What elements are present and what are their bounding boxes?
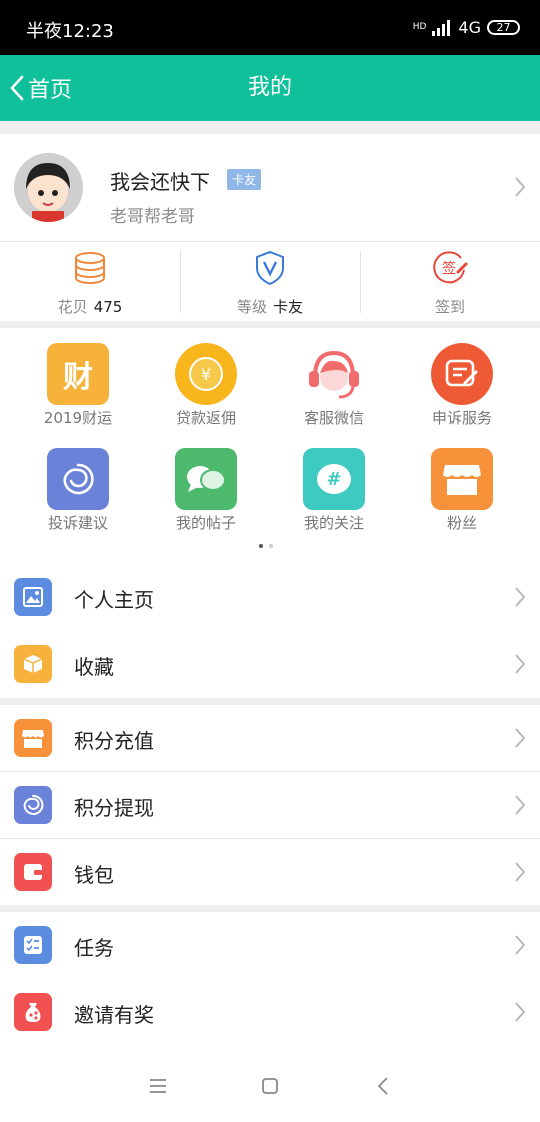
shop-icon	[431, 448, 493, 510]
coins-icon	[75, 252, 105, 284]
grid-item-complaint[interactable]: 投诉建议	[23, 448, 133, 533]
chevron-right-icon	[515, 654, 526, 674]
list-item-tasks[interactable]: 任务	[0, 912, 540, 979]
chevron-right-icon	[515, 1002, 526, 1022]
list-label: 积分充值	[74, 729, 154, 753]
username: 我会还快下	[110, 170, 210, 194]
list-label: 邀请有奖	[74, 1003, 154, 1027]
quick-actions-grid: 财 2019财运 ¥ 贷款返佣 客服微信 申诉服务 投诉建议 我的帖子 # 我的…	[0, 328, 540, 556]
list-label: 积分提现	[74, 796, 154, 820]
status-icons: HD 4G 27	[413, 18, 520, 37]
grid-label: 2019财运	[43, 409, 113, 427]
stat-signin[interactable]: 签 签到	[360, 242, 540, 321]
stat-label: 签到	[434, 298, 465, 316]
svg-text:签: 签	[442, 260, 456, 277]
list-item-wallet[interactable]: 钱包	[0, 839, 540, 906]
spiral-icon	[14, 786, 52, 824]
back-icon[interactable]	[377, 1077, 389, 1095]
page-indicator	[259, 544, 273, 548]
chevron-right-icon	[515, 862, 526, 882]
chat-bubbles-icon	[175, 448, 237, 510]
status-time: 半夜12:23	[26, 21, 114, 42]
sign-in-icon: 签	[433, 251, 468, 284]
section-gap	[0, 698, 540, 705]
user-subtitle: 老哥帮老哥	[110, 207, 195, 227]
status-bar: 半夜12:23 HD 4G 27	[0, 0, 540, 55]
chevron-right-icon	[515, 795, 526, 815]
grid-item-loan[interactable]: ¥ 贷款返佣	[151, 343, 261, 428]
list-label: 钱包	[74, 863, 114, 887]
grid-item-following[interactable]: # 我的关注	[279, 448, 389, 533]
stat-label: 花贝	[57, 298, 88, 316]
list-item-points-recharge[interactable]: 积分充值	[0, 705, 540, 772]
nav-bar: 首页 我的	[0, 55, 540, 121]
list-item-points-withdraw[interactable]: 积分提现	[0, 772, 540, 839]
chevron-right-icon	[515, 935, 526, 955]
list-item-invite-reward[interactable]: 邀请有奖	[0, 979, 540, 1046]
gift-bag-icon	[14, 993, 52, 1031]
list-item-favorites[interactable]: 收藏	[0, 631, 540, 698]
fortune-glyph: 财	[63, 360, 93, 395]
shield-v-icon	[256, 250, 284, 286]
stat-level[interactable]: 等级 卡友	[180, 242, 360, 321]
avatar-image	[14, 153, 83, 222]
grid-item-fortune[interactable]: 财 2019财运	[23, 343, 133, 428]
box-icon	[14, 645, 52, 683]
appeal-icon	[431, 343, 493, 405]
yuan-coin-icon: ¥	[175, 343, 237, 405]
grid-label: 客服微信	[303, 409, 364, 427]
checklist-icon	[14, 926, 52, 964]
network-type: 4G	[458, 18, 481, 37]
menu-icon[interactable]	[149, 1077, 167, 1095]
hashtag-glyph: #	[317, 464, 351, 494]
battery-icon: 27	[487, 20, 520, 35]
profile-card[interactable]: 我会还快下 卡友 老哥帮老哥	[0, 134, 540, 240]
spiral-icon	[47, 448, 109, 510]
grid-item-appeal[interactable]: 申诉服务	[407, 343, 517, 428]
chevron-right-icon	[515, 728, 526, 748]
stat-huabei[interactable]: 花贝 475	[0, 242, 180, 321]
grid-item-fans[interactable]: 粉丝	[407, 448, 517, 533]
list-label: 个人主页	[74, 588, 154, 612]
section-gap	[0, 905, 540, 912]
grid-label: 投诉建议	[47, 514, 108, 532]
section-gap	[0, 321, 540, 328]
wallet-icon	[14, 853, 52, 891]
grid-label: 申诉服务	[431, 409, 492, 427]
image-icon	[14, 578, 52, 616]
chevron-right-icon	[515, 177, 526, 197]
home-icon[interactable]	[261, 1077, 279, 1095]
battery-level: 27	[496, 21, 511, 34]
hd-indicator: HD	[412, 22, 427, 32]
grid-label: 我的帖子	[175, 514, 236, 532]
list-label: 收藏	[74, 655, 114, 679]
yuan-glyph: ¥	[189, 357, 223, 391]
stat-value: 卡友	[273, 298, 304, 316]
stat-label: 等级	[236, 298, 267, 316]
user-badge: 卡友	[227, 169, 262, 190]
shop-icon	[14, 719, 52, 757]
stats-bar: 花贝 475 等级 卡友 签 签到	[0, 241, 540, 321]
customer-service-icon	[303, 343, 365, 405]
chevron-right-icon	[515, 587, 526, 607]
system-navigation-bar	[0, 1055, 540, 1122]
grid-item-posts[interactable]: 我的帖子	[151, 448, 261, 533]
page-title: 我的	[247, 75, 292, 100]
section-gap	[0, 121, 540, 134]
fortune-icon: 财	[47, 343, 109, 405]
grid-item-service[interactable]: 客服微信	[279, 343, 389, 428]
stat-value: 475	[93, 298, 123, 316]
signal-icon	[432, 19, 452, 36]
list-item-homepage[interactable]: 个人主页	[0, 564, 540, 631]
grid-label: 粉丝	[446, 514, 477, 532]
grid-label: 我的关注	[303, 514, 364, 532]
grid-label: 贷款返佣	[175, 409, 236, 427]
hashtag-icon: #	[303, 448, 365, 510]
list-label: 任务	[74, 936, 114, 960]
avatar[interactable]	[14, 153, 83, 222]
